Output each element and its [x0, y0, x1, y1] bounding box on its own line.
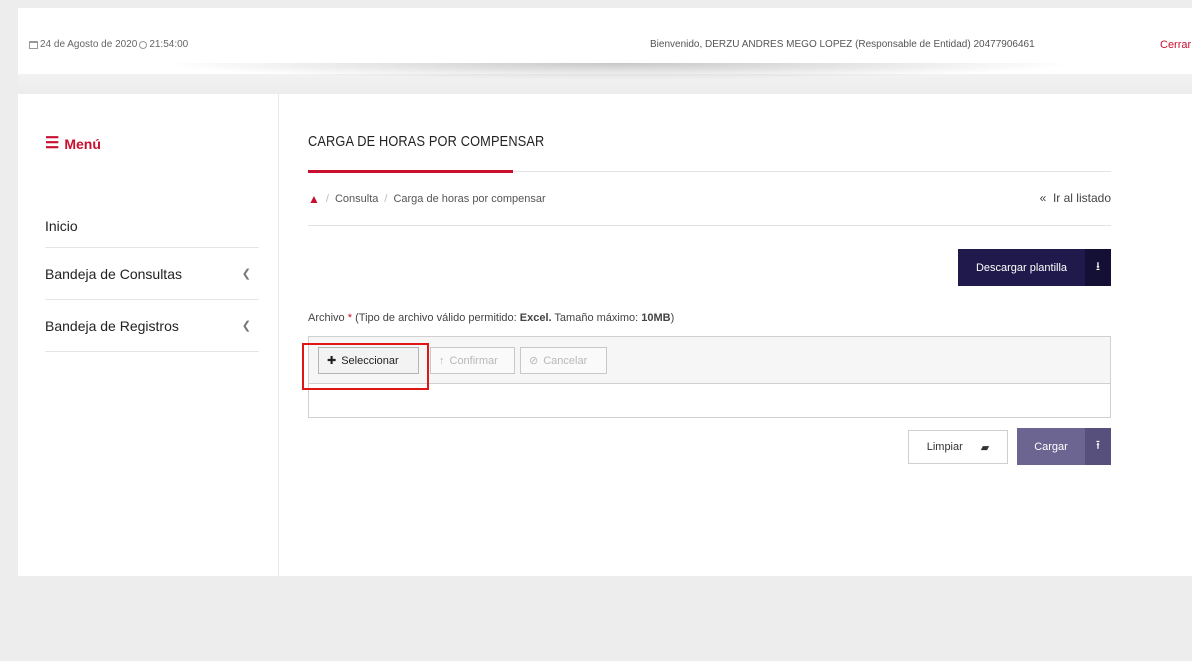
current-time: 21:54:00 — [149, 39, 189, 50]
chevron-left-icon: ❮ — [241, 320, 251, 332]
file-hint-suffix: ) — [670, 312, 675, 324]
sidebar-item-bandeja-registros[interactable]: Bandeja de Registros ❮ — [45, 300, 259, 352]
cancel-upload-button[interactable]: ⊘ Cancelar — [520, 347, 607, 374]
breadcrumb-separator: / — [384, 193, 388, 205]
download-template-button[interactable]: Descargar plantilla ⭳ — [958, 249, 1111, 286]
cancel-label: Cancelar — [543, 354, 588, 367]
home-icon[interactable]: ▲ — [308, 192, 320, 206]
download-icon: ⭳ — [1085, 249, 1111, 286]
double-chevron-left-icon: « — [1039, 191, 1047, 205]
submit-label: Cargar — [1034, 440, 1068, 453]
breadcrumb-divider — [308, 225, 1111, 226]
upload-arrow-icon: ↑ — [439, 354, 445, 367]
breadcrumb: ▲ / Consulta / Carga de horas por compen… — [308, 192, 546, 206]
download-template-label: Descargar plantilla — [975, 261, 1068, 274]
sidebar-nav: Inicio Bandeja de Consultas ❮ Bandeja de… — [45, 197, 259, 352]
clear-label: Limpiar — [926, 441, 963, 453]
back-to-list-link[interactable]: « Ir al listado — [1040, 191, 1111, 205]
welcome-text: Bienvenido, DERZU ANDRES MEGO LOPEZ (Res… — [650, 39, 1035, 50]
top-bar: 24 de Agosto de 2020 21:54:00 Bienvenido… — [18, 8, 1192, 94]
menu-toggle[interactable]: ☰ Menú — [45, 135, 101, 153]
sidebar: ☰ Menú Inicio Bandeja de Consultas ❮ Ban… — [18, 94, 279, 576]
plus-icon: ✚ — [327, 355, 337, 367]
file-uploader: ✚ Seleccionar ↑ Confirmar ⊘ Cancelar — [308, 336, 1111, 418]
top-bar-shadow — [168, 63, 1068, 79]
clock-icon — [139, 40, 148, 49]
file-label-text: Archivo — [308, 312, 345, 324]
date-time: 24 de Agosto de 2020 21:54:00 — [29, 39, 188, 50]
sidebar-item-bandeja-consultas[interactable]: Bandeja de Consultas ❮ — [45, 248, 259, 300]
select-label: Seleccionar — [341, 354, 399, 367]
confirm-upload-button[interactable]: ↑ Confirmar — [430, 347, 515, 374]
upload-icon: ⭱ — [1085, 428, 1111, 465]
cancel-circle-icon: ⊘ — [529, 355, 539, 367]
select-file-button[interactable]: ✚ Seleccionar — [318, 347, 419, 374]
hamburger-icon: ☰ — [45, 135, 60, 152]
sidebar-item-label: Bandeja de Consultas — [45, 265, 182, 282]
chevron-left-icon: ❮ — [241, 268, 251, 280]
file-hint-type: Excel. — [519, 312, 552, 324]
page-title: CARGA DE HORAS POR COMPENSAR — [308, 133, 545, 150]
file-field-label: Archivo * (Tipo de archivo válido permit… — [308, 312, 674, 324]
breadcrumb-separator: / — [325, 193, 329, 205]
sidebar-item-label: Bandeja de Registros — [45, 317, 179, 334]
clear-button[interactable]: Limpiar ▰ — [908, 430, 1008, 464]
breadcrumb-item-current: Carga de horas por compensar — [393, 193, 546, 205]
calendar-icon — [29, 40, 38, 49]
file-hint-middle: Tamaño máximo: — [551, 312, 642, 324]
file-hint-prefix: (Tipo de archivo válido permitido: — [355, 312, 520, 324]
logout-link[interactable]: Cerrar — [1160, 39, 1191, 51]
sidebar-item-label: Inicio — [45, 218, 78, 234]
back-to-list-label: Ir al listado — [1052, 191, 1111, 205]
confirm-label: Confirmar — [449, 354, 498, 367]
eraser-icon: ▰ — [980, 441, 990, 454]
title-accent-bar — [308, 170, 513, 173]
sidebar-item-inicio[interactable]: Inicio — [45, 197, 259, 248]
main-panel: ☰ Menú Inicio Bandeja de Consultas ❮ Ban… — [18, 94, 1192, 576]
required-mark: * — [347, 312, 353, 324]
breadcrumb-item-consulta[interactable]: Consulta — [335, 193, 378, 205]
uploader-toolbar: ✚ Seleccionar ↑ Confirmar ⊘ Cancelar — [309, 337, 1110, 384]
submit-upload-button[interactable]: Cargar ⭱ — [1017, 428, 1111, 465]
menu-label: Menú — [64, 136, 101, 152]
current-date: 24 de Agosto de 2020 — [40, 39, 138, 50]
file-hint-size: 10MB — [641, 312, 671, 324]
